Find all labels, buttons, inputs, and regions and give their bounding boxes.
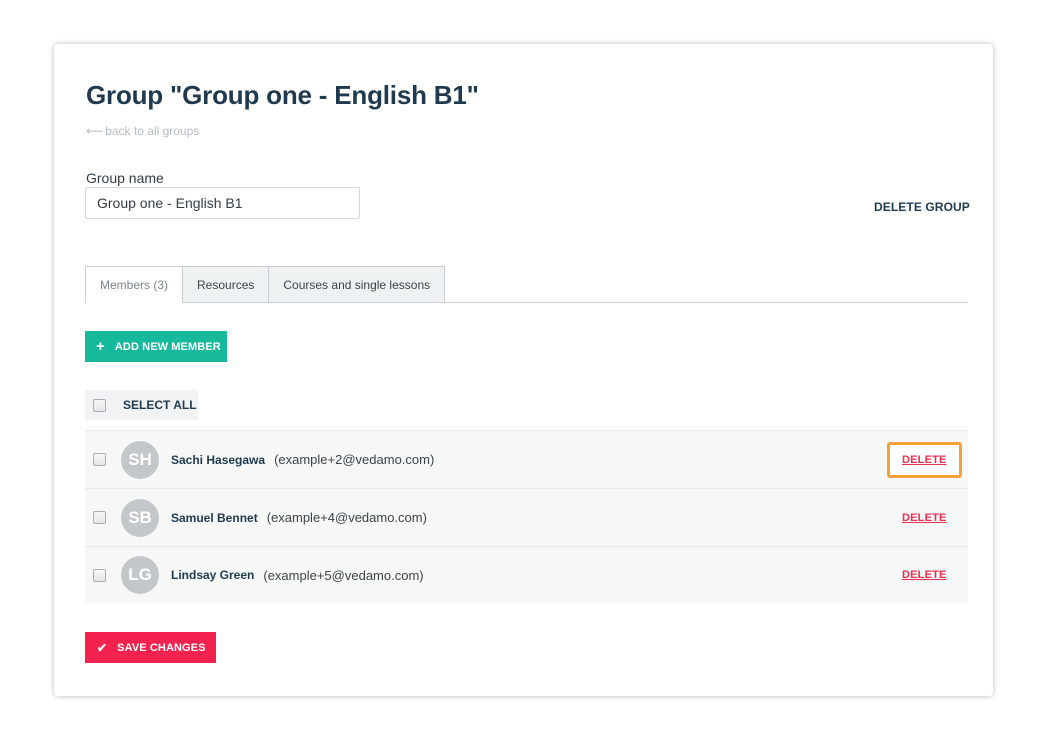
group-name-label: Group name xyxy=(86,170,164,186)
delete-member-button[interactable]: DELETE xyxy=(887,441,962,478)
member-email: (example+4@vedamo.com) xyxy=(266,510,427,525)
delete-group-button[interactable]: DELETE GROUP xyxy=(874,200,970,214)
member-row: SH Sachi Hasegawa (example+2@vedamo.com)… xyxy=(85,430,968,488)
tab-resources[interactable]: Resources xyxy=(183,266,270,302)
avatar: SH xyxy=(121,440,159,479)
delete-member-button[interactable]: DELETE xyxy=(887,500,962,536)
group-edit-card: Group "Group one - English B1" ⟵ back to… xyxy=(54,44,993,696)
member-email: (example+2@vedamo.com) xyxy=(274,452,435,467)
member-name: Sachi Hasegawa xyxy=(171,452,266,467)
member-email: (example+5@vedamo.com) xyxy=(263,567,424,583)
member-checkbox[interactable] xyxy=(93,511,106,524)
delete-member-button[interactable]: DELETE xyxy=(887,557,962,593)
back-link-label: back to all groups xyxy=(105,124,200,138)
select-all-label[interactable]: SELECT ALL xyxy=(123,398,197,412)
select-all-row: SELECT ALL xyxy=(85,390,198,420)
tab-bar: Members (3) Resources Courses and single… xyxy=(85,266,968,303)
arrow-left-icon: ⟵ xyxy=(86,124,104,138)
plus-icon: + xyxy=(96,338,105,355)
tab-members[interactable]: Members (3) xyxy=(85,266,184,303)
check-icon: ✔ xyxy=(97,640,108,655)
member-name: Lindsay Green xyxy=(171,568,255,582)
select-all-checkbox[interactable] xyxy=(93,398,106,412)
member-checkbox[interactable] xyxy=(93,568,106,582)
member-list: SH Sachi Hasegawa (example+2@vedamo.com)… xyxy=(85,430,968,603)
save-changes-label: SAVE CHANGES xyxy=(117,641,206,654)
add-member-label: ADD NEW MEMBER xyxy=(114,340,221,353)
member-row: LG Lindsay Green (example+5@vedamo.com) … xyxy=(85,546,968,603)
avatar: LG xyxy=(121,556,159,594)
member-name: Samuel Bennet xyxy=(171,510,258,525)
back-to-groups-link[interactable]: ⟵ back to all groups xyxy=(86,124,199,138)
add-new-member-button[interactable]: + ADD NEW MEMBER xyxy=(85,331,227,362)
page-title: Group "Group one - English B1" xyxy=(86,80,479,110)
group-name-input[interactable] xyxy=(85,187,360,219)
member-checkbox[interactable] xyxy=(93,453,106,466)
save-changes-button[interactable]: ✔ SAVE CHANGES xyxy=(85,632,216,663)
member-row: SB Samuel Bennet (example+4@vedamo.com) … xyxy=(85,488,968,546)
avatar: SB xyxy=(121,498,159,537)
tab-courses[interactable]: Courses and single lessons xyxy=(269,266,446,302)
